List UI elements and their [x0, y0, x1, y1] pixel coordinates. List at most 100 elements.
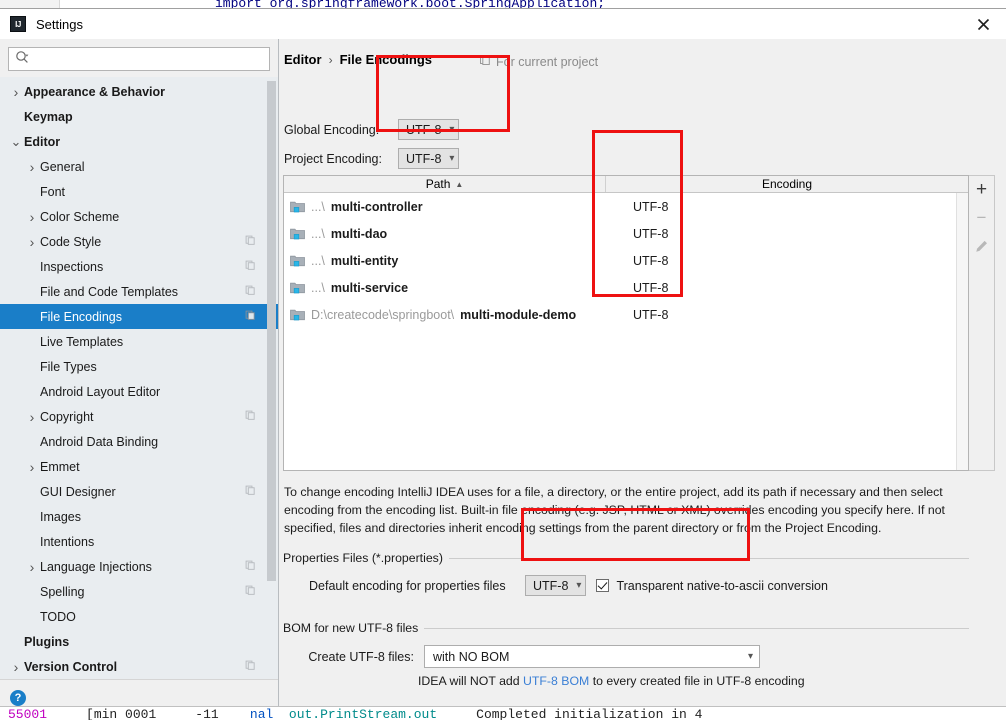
sidebar-scrollbar-thumb[interactable] [267, 81, 276, 581]
default-properties-encoding-value: UTF-8 [533, 578, 569, 593]
sidebar-item-label: Language Injections [40, 559, 152, 574]
sidebar-item-label: Editor [24, 134, 61, 149]
table-row[interactable]: ...\ multi-service UTF-8 [284, 274, 968, 301]
sidebar-item-live-templates[interactable]: ›Live Templates [0, 329, 278, 354]
sidebar-item-label: Plugins [24, 634, 70, 649]
dialog-title: Settings [36, 16, 83, 32]
table-cell-path: ...\ multi-entity [284, 254, 606, 268]
sidebar-item-appearance-behavior[interactable]: › Appearance & Behavior [0, 79, 278, 104]
sidebar-item-file-encodings[interactable]: ›File Encodings [0, 304, 278, 329]
column-header-path[interactable]: Path ▲ [284, 176, 606, 192]
table-row[interactable]: ...\ multi-dao UTF-8 [284, 220, 968, 247]
chevron-right-icon[interactable]: › [8, 659, 24, 675]
chevron-right-icon[interactable]: › [24, 159, 40, 175]
settings-tree[interactable]: ›Appearance & Behavior›Keymap⌄Editor›Gen… [0, 77, 278, 679]
create-utf8-files-row: Create UTF-8 files: with NO BOM ▾ [283, 645, 760, 668]
table-row[interactable]: D:\createcode\springboot\ multi-module-de… [284, 301, 968, 328]
properties-group-title: Properties Files (*.properties) [283, 551, 449, 565]
background-editor-bottom: 55001 [min 0001 -11 nal out.PrintStream.… [0, 706, 1006, 720]
table-cell-encoding[interactable]: UTF-8 [606, 281, 968, 295]
create-utf8-files-label: Create UTF-8 files: [308, 649, 414, 664]
sidebar-item-android-layout-editor[interactable]: ›Android Layout Editor [0, 379, 278, 404]
sidebar-item-label: Keymap [24, 109, 73, 124]
encodings-description: To change encoding IntelliJ IDEA uses fo… [284, 485, 945, 535]
sidebar-item-label: Android Data Binding [40, 434, 159, 449]
search-box[interactable] [8, 47, 270, 71]
bom-group-title: BOM for new UTF-8 files [283, 621, 425, 635]
table-row[interactable]: ...\ multi-controller UTF-8 [284, 193, 968, 220]
bom-note-after: to every created file in UTF-8 encoding [589, 674, 805, 688]
sidebar-item-plugins[interactable]: ›Plugins [0, 629, 278, 654]
copy-settings-icon [245, 310, 256, 324]
project-encoding-value: UTF-8 [406, 151, 442, 166]
sidebar-item-images[interactable]: ›Images [0, 504, 278, 529]
chevron-down-icon[interactable]: ⌄ [8, 135, 24, 148]
table-cell-path-prefix: ...\ [311, 199, 325, 214]
chevron-right-icon[interactable]: › [8, 84, 24, 100]
search-input[interactable] [32, 49, 269, 69]
sidebar-item-spelling[interactable]: ›Spelling [0, 579, 278, 604]
sidebar-item-keymap[interactable]: ›Keymap [0, 104, 278, 129]
sidebar-item-intentions[interactable]: ›Intentions [0, 529, 278, 554]
sidebar-item-general[interactable]: › General [0, 154, 278, 179]
checkbox-box-icon [596, 579, 610, 592]
table-cell-path-prefix: ...\ [311, 226, 325, 241]
close-icon[interactable] [960, 9, 1006, 39]
table-cell-encoding[interactable]: UTF-8 [606, 227, 968, 241]
sidebar-item-font[interactable]: ›Font [0, 179, 278, 204]
add-icon[interactable]: + [971, 179, 993, 201]
sidebar-item-copyright[interactable]: › Copyright [0, 404, 278, 429]
folder-icon [290, 254, 305, 267]
table-cell-encoding[interactable]: UTF-8 [606, 200, 968, 214]
table-cell-path-name: multi-dao [330, 226, 388, 241]
global-encoding-dropdown[interactable]: UTF-8 ▾ [398, 119, 460, 140]
chevron-right-icon[interactable]: › [24, 234, 40, 250]
table-cell-encoding[interactable]: UTF-8 [606, 254, 968, 268]
sidebar-item-label: File Encodings [40, 309, 122, 324]
sidebar-item-file-and-code-templates[interactable]: ›File and Code Templates [0, 279, 278, 304]
sidebar-item-todo[interactable]: ›TODO [0, 604, 278, 629]
table-cell-path-name: multi-entity [330, 253, 399, 268]
table-vertical-scrollbar[interactable] [956, 193, 968, 470]
folder-icon [290, 227, 305, 240]
encodings-table[interactable]: Path ▲ Encoding ...\ multi-controller UTF-… [283, 175, 969, 471]
breadcrumb-current: File Encodings [339, 52, 433, 67]
sidebar-item-editor[interactable]: ⌄ Editor [0, 129, 278, 154]
chevron-right-icon[interactable]: › [24, 209, 40, 225]
folder-icon [290, 308, 305, 321]
table-cell-encoding[interactable]: UTF-8 [606, 308, 968, 322]
table-cell-path: ...\ multi-controller [284, 200, 606, 214]
create-utf8-files-dropdown[interactable]: with NO BOM ▾ [424, 645, 760, 668]
sidebar-item-language-injections[interactable]: › Language Injections [0, 554, 278, 579]
transparent-native-to-ascii-checkbox[interactable]: Transparent native-to-ascii conversion [596, 579, 828, 593]
utf8-bom-link[interactable]: UTF-8 BOM [523, 674, 589, 688]
breadcrumb-parent[interactable]: Editor [284, 52, 322, 67]
column-header-encoding[interactable]: Encoding [606, 176, 968, 192]
chevron-right-icon[interactable]: › [24, 559, 40, 575]
sidebar-item-version-control[interactable]: › Version Control [0, 654, 278, 679]
sidebar-item-code-style[interactable]: › Code Style [0, 229, 278, 254]
default-properties-encoding-label: Default encoding for properties files [309, 578, 506, 593]
help-button[interactable]: ? [10, 689, 26, 706]
sidebar-item-color-scheme[interactable]: › Color Scheme [0, 204, 278, 229]
project-encoding-dropdown[interactable]: UTF-8 ▾ [398, 148, 460, 169]
minus-icon: − [976, 208, 987, 227]
sidebar-item-file-types[interactable]: ›File Types [0, 354, 278, 379]
sidebar-item-android-data-binding[interactable]: ›Android Data Binding [0, 429, 278, 454]
sidebar-scrollbar[interactable] [267, 81, 276, 601]
sidebar-item-label: Version Control [24, 659, 118, 674]
sidebar-item-emmet[interactable]: › Emmet [0, 454, 278, 479]
global-encoding-row: Global Encoding: UTF-8 ▾ [284, 119, 460, 140]
sidebar-item-inspections[interactable]: ›Inspections [0, 254, 278, 279]
chevron-right-icon[interactable]: › [24, 459, 40, 475]
default-properties-encoding-dropdown[interactable]: UTF-8 ▾ [525, 575, 587, 596]
for-current-project-text: For current project [496, 54, 599, 69]
global-encoding-label: Global Encoding: [284, 122, 380, 137]
table-row[interactable]: ...\ multi-entity UTF-8 [284, 247, 968, 274]
sidebar-item-gui-designer[interactable]: ›GUI Designer [0, 479, 278, 504]
chevron-right-icon[interactable]: › [24, 409, 40, 425]
dialog-body: ›Appearance & Behavior›Keymap⌄Editor›Gen… [0, 39, 1006, 715]
table-cell-path-name: multi-controller [330, 199, 423, 214]
sidebar-item-label: GUI Designer [40, 484, 116, 499]
sidebar-item-label: Color Scheme [40, 209, 120, 224]
